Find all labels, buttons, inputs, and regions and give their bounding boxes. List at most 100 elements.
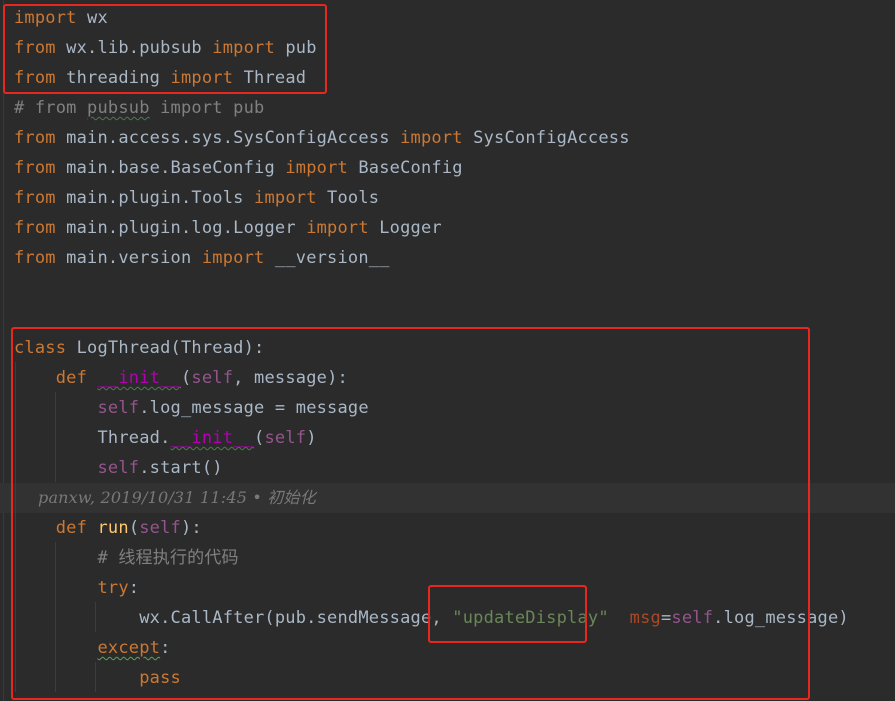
- code-line[interactable]: from main.plugin.Tools import Tools: [0, 183, 895, 213]
- code-token: .log_message): [713, 608, 849, 628]
- code-token: threading: [55, 68, 171, 88]
- code-token: self: [139, 518, 181, 538]
- code-token: from: [14, 188, 56, 208]
- code-token: main.plugin.log.Logger: [55, 218, 307, 238]
- code-line[interactable]: from main.access.sys.SysConfigAccess imp…: [0, 123, 895, 153]
- code-text: class LogThread(Thread):: [14, 333, 264, 363]
- code-token: =: [660, 608, 672, 628]
- code-token: import: [306, 218, 369, 238]
- code-line[interactable]: class LogThread(Thread):: [0, 333, 895, 363]
- code-token: import: [285, 158, 348, 178]
- code-text: self.log_message = message: [14, 393, 369, 423]
- code-line[interactable]: wx.CallAfter(pub.sendMessage, "updateDis…: [0, 603, 895, 633]
- code-token: from: [14, 248, 56, 268]
- code-text: pass: [14, 663, 181, 693]
- code-text: from main.base.BaseConfig import BaseCon…: [14, 153, 463, 183]
- code-token: self: [191, 368, 234, 388]
- code-token: import: [254, 188, 317, 208]
- code-text: import wx: [14, 3, 108, 33]
- code-token: (: [180, 368, 192, 388]
- indent-guide: [55, 542, 56, 692]
- code-token: :: [128, 578, 140, 598]
- indent-guide: [95, 662, 96, 692]
- code-token: import: [201, 248, 265, 268]
- code-line[interactable]: def run(self):: [0, 513, 895, 543]
- code-token: SysConfigAccess: [462, 128, 630, 148]
- code-token: class: [14, 338, 67, 358]
- code-line[interactable]: from main.plugin.log.Logger import Logge…: [0, 213, 895, 243]
- code-token: , message):: [233, 368, 348, 388]
- indent-guide: [55, 392, 56, 482]
- code-line[interactable]: except:: [0, 633, 895, 663]
- code-line[interactable]: from wx.lib.pubsub import pub: [0, 33, 895, 63]
- code-line[interactable]: # 线程执行的代码: [0, 543, 895, 573]
- code-token: wx: [76, 8, 108, 28]
- code-token: pass: [139, 668, 181, 688]
- code-token: self: [97, 398, 140, 418]
- code-token: wx.CallAfter(pub.sendMessage,: [14, 608, 453, 628]
- code-line[interactable]: [0, 303, 895, 333]
- indent-guide: [95, 602, 96, 632]
- code-text: except:: [14, 633, 171, 663]
- code-token: def: [55, 368, 88, 388]
- code-token: from: [14, 158, 56, 178]
- code-token: self: [671, 608, 714, 628]
- code-token: import: [212, 38, 275, 58]
- code-token: __init__: [170, 428, 255, 448]
- blame-text: panxw, 2019/10/31 11:45 • 初始化: [38, 488, 316, 507]
- code-token: except: [97, 638, 161, 658]
- code-line[interactable]: Thread.__init__(self): [0, 423, 895, 453]
- code-token: try: [97, 578, 129, 598]
- code-token: import: [14, 8, 77, 28]
- code-line[interactable]: pass: [0, 663, 895, 693]
- code-line[interactable]: import wx: [0, 3, 895, 33]
- code-token: msg: [629, 608, 661, 628]
- code-token: Logger: [368, 218, 442, 238]
- code-text: from threading import Thread: [14, 63, 306, 93]
- code-text: # from pubsub import pub: [14, 93, 264, 123]
- code-token: main.access.sys.SysConfigAccess: [55, 128, 401, 148]
- code-text: Thread.__init__(self): [14, 423, 317, 453]
- code-token: import: [170, 68, 234, 88]
- code-token: run: [97, 518, 129, 538]
- code-line[interactable]: from main.base.BaseConfig import BaseCon…: [0, 153, 895, 183]
- code-line[interactable]: # from pubsub import pub: [0, 93, 895, 123]
- code-text: # 线程执行的代码: [14, 543, 239, 573]
- code-text: try:: [14, 573, 139, 603]
- code-token: from: [14, 218, 56, 238]
- code-token: self: [264, 428, 307, 448]
- code-line[interactable]: self.log_message = message: [0, 393, 895, 423]
- code-token: (: [128, 518, 140, 538]
- code-token: BaseConfig: [347, 158, 463, 178]
- indent-guide: [15, 362, 16, 692]
- code-editor[interactable]: import wx from wx.lib.pubsub import pub fr…: [0, 0, 895, 701]
- code-token: pubsub: [87, 98, 150, 118]
- code-line[interactable]: try:: [0, 573, 895, 603]
- code-token: from: [14, 38, 56, 58]
- code-line[interactable]: from main.version import __version__: [0, 243, 895, 273]
- git-blame-annotation[interactable]: panxw, 2019/10/31 11:45 • 初始化: [0, 483, 895, 513]
- code-text: def run(self):: [14, 513, 202, 543]
- code-token: def: [55, 518, 88, 538]
- code-line[interactable]: def __init__(self, message):: [0, 363, 895, 393]
- code-text: from wx.lib.pubsub import pub: [14, 33, 317, 63]
- code-token: wx.lib.pubsub: [55, 38, 213, 58]
- code-token: .log_message = message: [139, 398, 369, 418]
- code-text: def __init__(self, message):: [14, 363, 348, 393]
- code-token: # 线程执行的代码: [14, 548, 239, 568]
- code-token: import: [400, 128, 463, 148]
- code-token: (: [254, 428, 265, 448]
- code-line[interactable]: from threading import Thread: [0, 63, 895, 93]
- code-token: pub: [274, 38, 317, 58]
- code-token: Thread.: [14, 428, 171, 448]
- code-token: "updateDisplay": [452, 608, 609, 628]
- code-line[interactable]: [0, 273, 895, 303]
- code-token: ): [306, 428, 317, 448]
- code-token: __init__: [97, 368, 181, 388]
- code-token: main.version: [55, 248, 202, 268]
- code-line[interactable]: self.start(): [0, 453, 895, 483]
